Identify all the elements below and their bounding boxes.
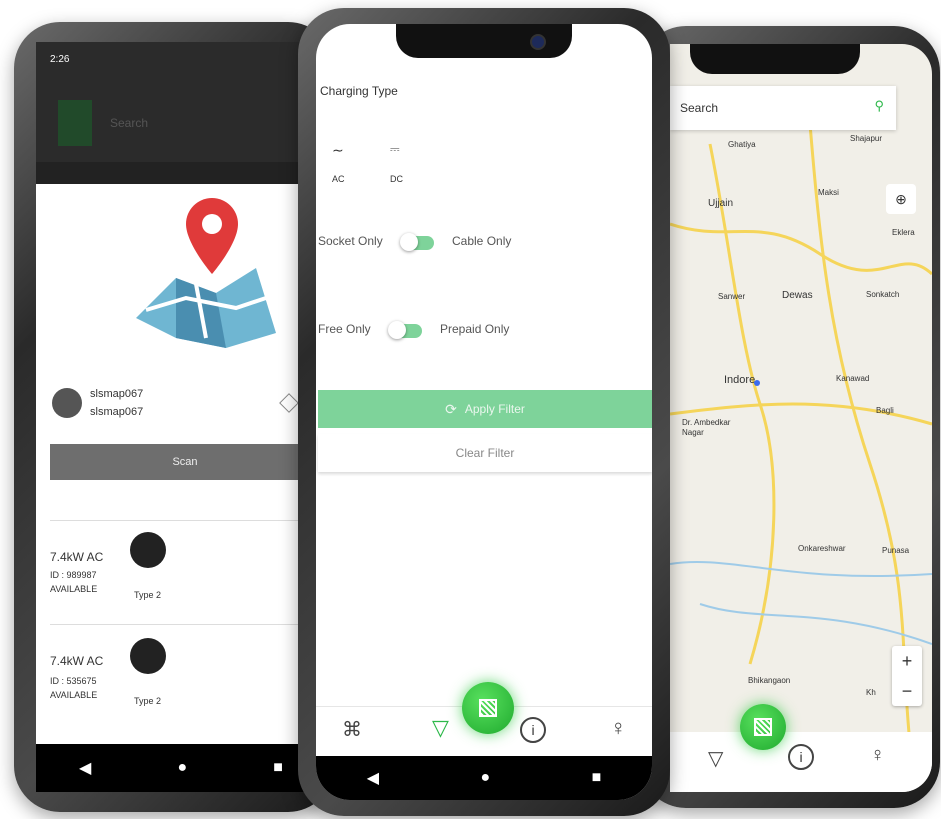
info-icon[interactable]: i [788,744,814,770]
connector-id: ID : 535675 [50,676,97,686]
station-card: slsmap067 slsmap067 Scan 7.4kW AC ID : 9… [36,184,326,764]
right-phone-frame: Search ⚲ ⊕ Ghatiya Shajapur Ujjain Maksi… [640,26,940,808]
scan-label: Scan [172,456,198,468]
cable-only-label: Cable Only [452,234,512,248]
map-label: Maksi [818,188,839,197]
qr-icon [754,718,772,736]
connector-id: ID : 989987 [50,570,97,580]
info-tab-icon[interactable]: i [520,717,546,743]
back-icon[interactable]: ◀ [79,758,91,778]
search-icon[interactable]: ⚲ [874,98,884,114]
map-search-bar[interactable]: Search ⚲ [670,86,896,130]
map-label: Kanawad [836,374,870,383]
center-phone-notch [396,24,572,58]
map-label: Shajapur [850,134,883,143]
station-subname: slsmap067 [90,406,144,418]
connector-type: Type 2 [134,696,162,706]
zoom-out-button[interactable]: − [892,676,922,706]
type2-connector-icon [130,638,166,674]
connector-type: Type 2 [134,590,162,600]
zoom-controls: + − [892,646,922,706]
back-icon[interactable]: ◀ [367,768,379,788]
apply-filter-label: Apply Filter [464,402,525,416]
clear-filter-button[interactable]: Clear Filter [318,434,652,472]
ac-icon[interactable]: ∼ [332,142,344,159]
android-nav-bar: ◀ ● ■ [36,744,326,792]
dc-label: DC [390,174,403,184]
divider [50,520,320,521]
charging-type-heading: Charging Type [320,84,398,98]
socket-cable-toggle[interactable] [400,233,434,251]
free-only-label: Free Only [318,322,371,336]
left-phone-frame: 2:26 Search slsmap067 slsmap067 Scan 7.4… [14,22,334,812]
map-tab-icon[interactable]: ⌘ [342,717,362,742]
refresh-icon: ⟳ [445,400,457,417]
connector-status: AVAILABLE [50,690,98,700]
type2-connector-icon [130,532,166,568]
recents-icon[interactable]: ■ [592,769,602,787]
left-top-bar: 2:26 Search [36,42,326,162]
center-phone-frame: Charging Type ∼ ⎓ AC DC Socket Only Cabl… [298,8,670,816]
map-search-label: Search [680,101,719,115]
station-name: slsmap067 [90,388,144,400]
filter-icon[interactable]: ▽ [708,746,723,771]
free-prepaid-toggle[interactable] [388,321,422,339]
scan-fab-button[interactable] [462,682,514,734]
status-time: 2:26 [50,54,70,65]
front-camera-icon [530,34,546,50]
map-label: Sanwer [718,292,746,301]
right-bottom-tabs: ▽ i ♀ [670,732,932,792]
map-label: Ghatiya [728,140,756,149]
scan-button[interactable]: Scan [50,444,320,480]
android-nav-bar: ◀ ● ■ [316,756,652,800]
recents-icon[interactable]: ■ [273,759,283,777]
map-label: Dewas [782,290,813,301]
map-label: Indore [724,374,756,386]
center-phone-screen: Charging Type ∼ ⎓ AC DC Socket Only Cabl… [316,24,652,800]
map-label: Sonkatch [866,290,900,299]
connector-status: AVAILABLE [50,584,98,594]
map-label: Onkareshwar [798,544,846,553]
profile-tab-icon[interactable]: ♀ [610,715,627,741]
map-label: Dr. Ambedkar Nagar [682,418,731,437]
dc-icon[interactable]: ⎓ [390,142,400,157]
current-location-dot [754,380,760,386]
station-location-icon [52,388,82,418]
map-pin-illustration-icon [136,198,276,348]
apply-filter-button[interactable]: ⟳ Apply Filter [318,390,652,428]
qr-icon [479,699,497,717]
locate-icon[interactable]: ⊕ [886,184,916,214]
map-label: Bagli [876,406,894,415]
divider [50,624,320,625]
ac-label: AC [332,174,345,184]
zoom-in-button[interactable]: + [892,646,922,676]
connector-power: 7.4kW AC [50,654,104,668]
map-label: Kh [866,688,876,697]
menu-button[interactable] [58,100,92,146]
right-phone-notch [690,44,860,74]
right-phone-screen: Search ⚲ ⊕ Ghatiya Shajapur Ujjain Maksi… [670,44,932,792]
connector-power: 7.4kW AC [50,550,104,564]
search-input[interactable]: Search [110,116,148,130]
prepaid-only-label: Prepaid Only [440,322,510,336]
map-label: Eklera [892,228,915,237]
map-label: Bhikangaon [748,676,791,685]
socket-only-label: Socket Only [318,234,383,248]
map-label: Ujjain [708,198,734,209]
home-icon[interactable]: ● [480,769,490,787]
profile-icon[interactable]: ♀ [870,744,885,767]
clear-filter-label: Clear Filter [455,446,515,460]
filter-tab-icon[interactable]: ▽ [432,715,449,741]
scan-fab-button[interactable] [740,704,786,750]
left-phone-screen: 2:26 Search slsmap067 slsmap067 Scan 7.4… [36,42,326,792]
directions-icon[interactable] [279,393,299,413]
map-label: Punasa [882,546,910,555]
home-icon[interactable]: ● [177,759,187,777]
